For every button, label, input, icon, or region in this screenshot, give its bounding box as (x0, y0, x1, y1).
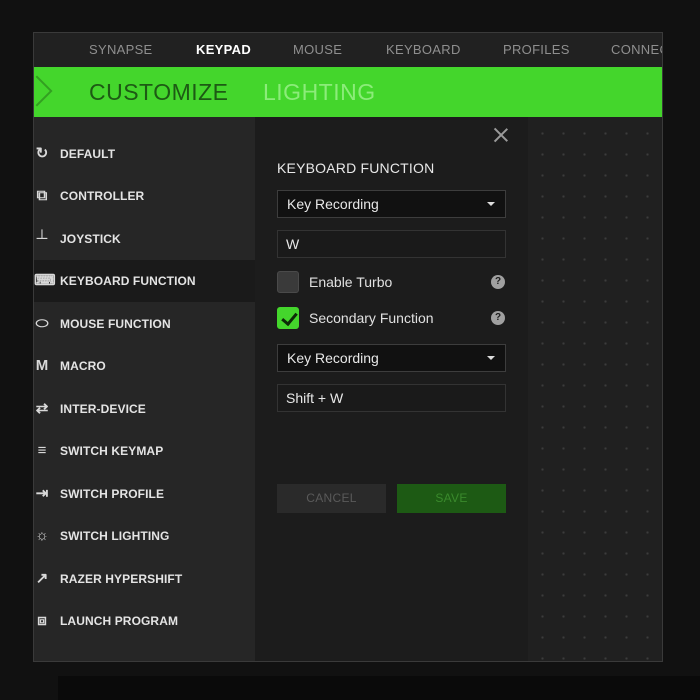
sidebar-item-label: MACRO (60, 359, 106, 373)
joystick-icon: ┴ (36, 230, 48, 247)
sidebar-item-inter-device[interactable]: ⇄ INTER-DEVICE (34, 388, 255, 430)
backdrop-strip (58, 676, 700, 700)
tab-mouse[interactable]: MOUSE (293, 33, 342, 67)
macro-icon: M (35, 357, 49, 374)
app-backdrop: SYNAPSE KEYPAD MOUSE KEYBOARD PROFILES C… (0, 0, 700, 700)
mouse-icon: ⬭ (35, 315, 49, 332)
caret-down-icon (487, 202, 495, 206)
refresh-icon: ↻ (35, 145, 49, 162)
sidebar-item-label: SWITCH PROFILE (60, 487, 165, 501)
top-nav: SYNAPSE KEYPAD MOUSE KEYBOARD PROFILES C… (34, 33, 662, 67)
function-sidebar: ↻ DEFAULT ⧉ CONTROLLER ┴ JOYSTICK ⌨ KEYB… (34, 117, 255, 661)
primary-key-field[interactable]: W (277, 230, 506, 258)
field-value: Shift + W (286, 390, 344, 406)
sidebar-item-label: KEYBOARD FUNCTION (60, 274, 196, 288)
tab-profiles[interactable]: PROFILES (503, 33, 570, 67)
keymap-icon: ≡ (37, 442, 47, 459)
sidebar-item-switch-keymap[interactable]: ≡ SWITCH KEYMAP (34, 430, 255, 472)
save-button[interactable]: SAVE (397, 484, 506, 513)
enable-turbo-checkbox[interactable] (277, 271, 299, 293)
help-icon[interactable]: ? (491, 311, 505, 325)
secondary-function-row: Secondary Function ? (277, 307, 506, 329)
sidebar-item-label: RAZER HYPERSHIFT (60, 572, 183, 586)
sidebar-item-switch-lighting[interactable]: ☼ SWITCH LIGHTING (34, 515, 255, 557)
secondary-key-field[interactable]: Shift + W (277, 384, 506, 412)
select-value: Key Recording (287, 196, 379, 212)
primary-mode-select[interactable]: Key Recording (277, 190, 506, 218)
sidebar-item-default[interactable]: ↻ DEFAULT (34, 133, 255, 175)
sidebar-item-switch-profile[interactable]: ⇥ SWITCH PROFILE (34, 473, 255, 515)
sidebar-item-razer-hypershift[interactable]: ↗ RAZER HYPERSHIFT (34, 558, 255, 600)
enable-turbo-row: Enable Turbo ? (277, 271, 506, 293)
sidebar-item-label: DEFAULT (60, 147, 116, 161)
sidebar-item-macro[interactable]: M MACRO (34, 345, 255, 387)
hypershift-icon: ↗ (35, 570, 49, 587)
caret-down-icon (487, 356, 495, 360)
controller-icon: ⧉ (36, 187, 48, 204)
secondary-function-label: Secondary Function (309, 310, 434, 326)
sidebar-item-label: SWITCH KEYMAP (60, 444, 164, 458)
switch-profile-icon: ⇥ (35, 485, 49, 502)
sidebar-item-label: JOYSTICK (60, 232, 121, 246)
secondary-mode-select[interactable]: Key Recording (277, 344, 506, 372)
sidebar-item-label: LAUNCH PROGRAM (60, 614, 179, 628)
sidebar-item-controller[interactable]: ⧉ CONTROLLER (34, 175, 255, 217)
inter-device-icon: ⇄ (35, 400, 49, 417)
sidebar-item-joystick[interactable]: ┴ JOYSTICK (34, 218, 255, 260)
keyboard-function-panel: KEYBOARD FUNCTION Key Recording W Enable… (255, 117, 528, 661)
sidebar-item-label: INTER-DEVICE (60, 402, 146, 416)
tab-lighting[interactable]: LIGHTING (263, 67, 376, 117)
secondary-function-checkbox[interactable] (277, 307, 299, 329)
sidebar-item-launch-program[interactable]: ⧈ LAUNCH PROGRAM (34, 600, 255, 642)
sub-nav: CUSTOMIZE LIGHTING (34, 67, 662, 117)
lighting-icon: ☼ (35, 527, 49, 544)
device-canvas (528, 117, 662, 661)
enable-turbo-label: Enable Turbo (309, 274, 393, 290)
keyboard-icon: ⌨ (34, 272, 56, 289)
field-value: W (286, 236, 300, 252)
sidebar-item-mouse-function[interactable]: ⬭ MOUSE FUNCTION (34, 303, 255, 345)
sidebar-item-label: MOUSE FUNCTION (60, 317, 171, 331)
tab-keypad[interactable]: KEYPAD (196, 33, 251, 67)
sidebar-item-label: SWITCH LIGHTING (60, 529, 170, 543)
select-value: Key Recording (287, 350, 379, 366)
help-icon[interactable]: ? (491, 275, 505, 289)
panel-title: KEYBOARD FUNCTION (277, 160, 435, 176)
synapse-window: SYNAPSE KEYPAD MOUSE KEYBOARD PROFILES C… (33, 32, 663, 662)
cancel-button[interactable]: CANCEL (277, 484, 386, 513)
tab-customize[interactable]: CUSTOMIZE (89, 67, 229, 117)
close-icon[interactable] (493, 127, 509, 143)
sidebar-item-keyboard-function[interactable]: ⌨ KEYBOARD FUNCTION (34, 260, 255, 302)
tab-synapse[interactable]: SYNAPSE (89, 33, 153, 67)
tab-connect[interactable]: CONNEC (611, 33, 662, 67)
tab-keyboard[interactable]: KEYBOARD (386, 33, 461, 67)
sidebar-item-label: CONTROLLER (60, 189, 145, 203)
launch-program-icon: ⧈ (37, 612, 47, 629)
chevron-left-icon[interactable] (34, 75, 53, 107)
